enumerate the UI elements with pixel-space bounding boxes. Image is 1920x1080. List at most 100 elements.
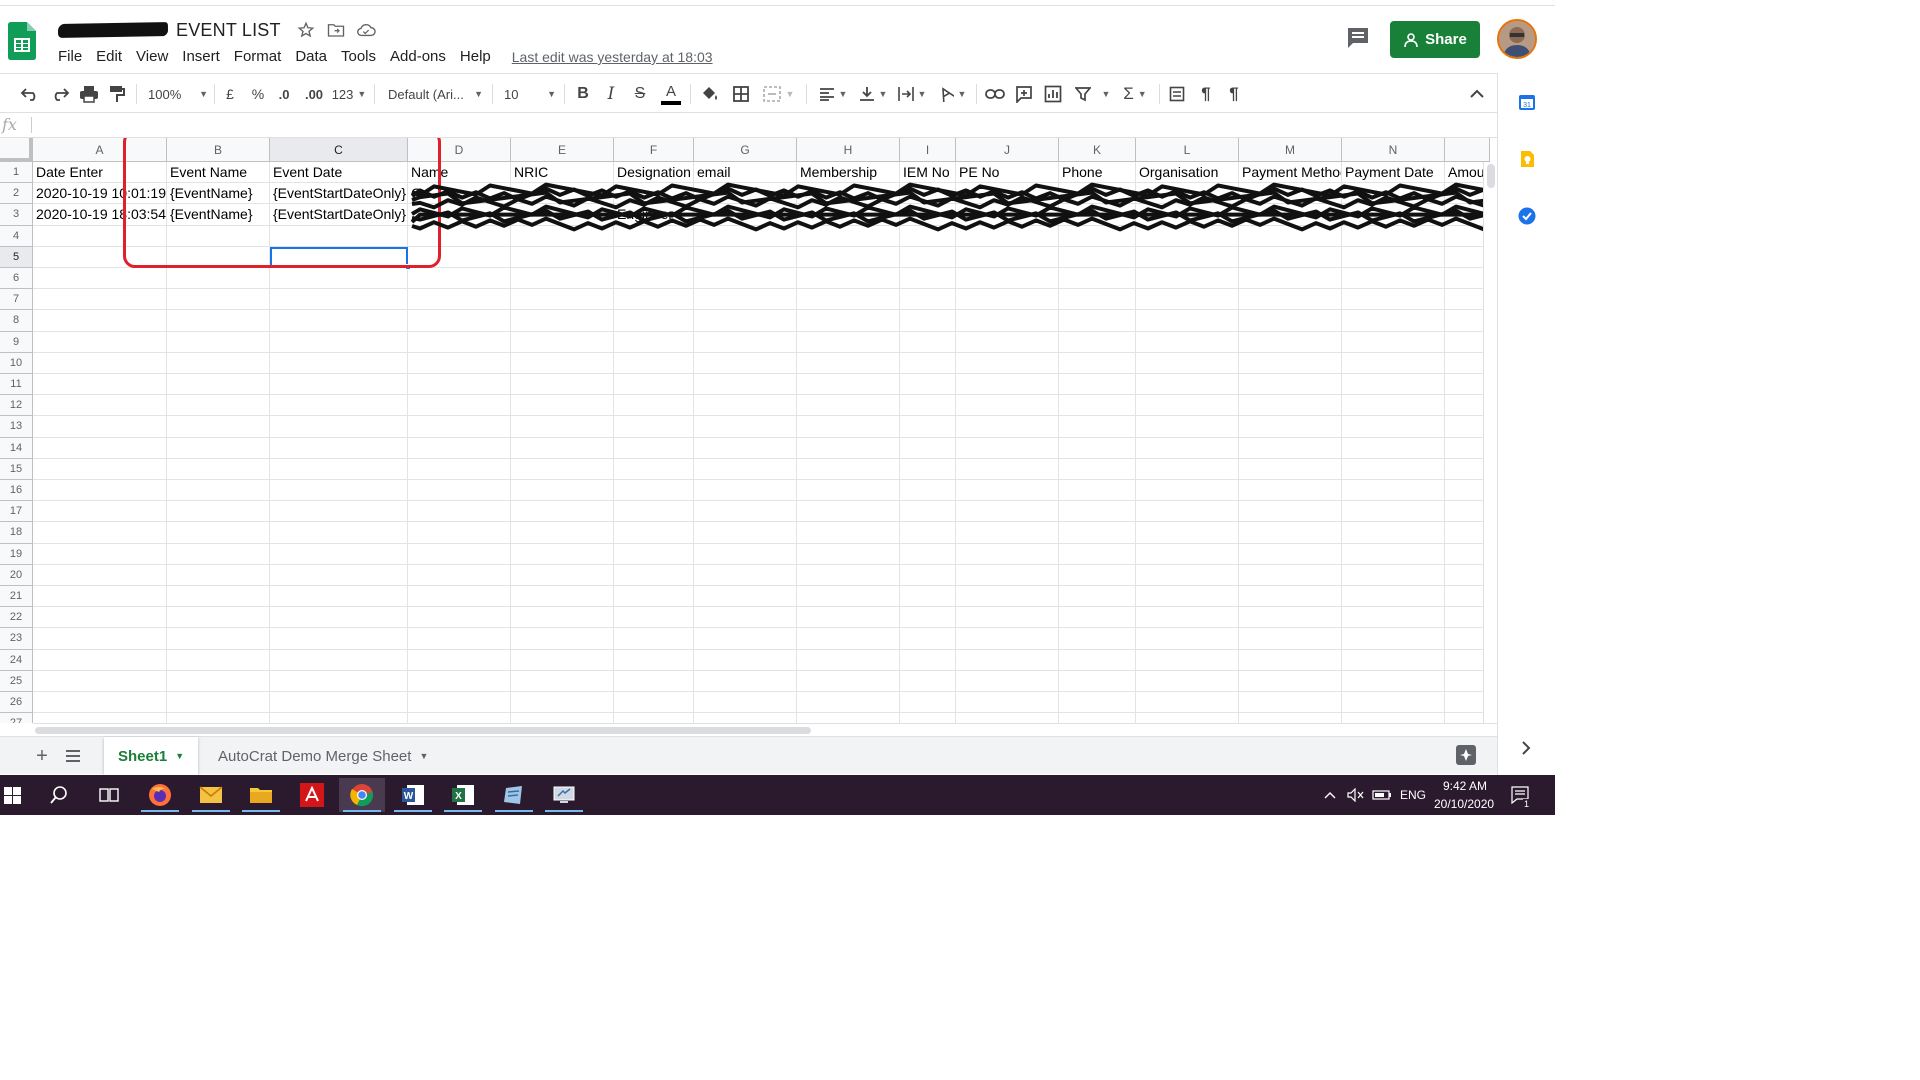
cell-K22[interactable] <box>1059 607 1136 629</box>
cell-I26[interactable] <box>900 692 956 714</box>
cell-G17[interactable] <box>694 501 797 523</box>
row-header-6[interactable]: 6 <box>0 268 33 290</box>
print-icon[interactable] <box>77 82 101 106</box>
cell-D14[interactable] <box>408 437 511 459</box>
cell-B14[interactable] <box>167 437 270 459</box>
cell-G9[interactable] <box>694 331 797 353</box>
cell-E15[interactable] <box>511 458 614 480</box>
vertical-scroll-thumb[interactable] <box>1487 164 1495 188</box>
cell-C18[interactable] <box>270 522 408 544</box>
cell-F21[interactable] <box>614 586 694 608</box>
menu-addons[interactable]: Add-ons <box>383 46 453 68</box>
cell-M17[interactable] <box>1239 501 1342 523</box>
row-header-21[interactable]: 21 <box>0 586 33 608</box>
cell-E11[interactable] <box>511 374 614 396</box>
cell-B18[interactable] <box>167 522 270 544</box>
cell-J8[interactable] <box>956 310 1059 332</box>
cell-A26[interactable] <box>33 692 167 714</box>
cell-B25[interactable] <box>167 670 270 692</box>
cell-N13[interactable] <box>1342 416 1445 438</box>
document-title[interactable]: EVENT LIST <box>176 20 281 41</box>
cell-E24[interactable] <box>511 649 614 671</box>
cell-H23[interactable] <box>797 628 900 650</box>
cell-M10[interactable] <box>1239 352 1342 374</box>
cell-M27[interactable] <box>1239 713 1342 723</box>
cell-J16[interactable] <box>956 480 1059 502</box>
cell-A8[interactable] <box>33 310 167 332</box>
cell-F12[interactable] <box>614 395 694 417</box>
battery-icon[interactable] <box>1370 778 1394 812</box>
cell-H20[interactable] <box>797 564 900 586</box>
cell-J23[interactable] <box>956 628 1059 650</box>
cell-L12[interactable] <box>1136 395 1239 417</box>
insert-comment-icon[interactable] <box>1013 82 1035 106</box>
cell-A18[interactable] <box>33 522 167 544</box>
cell-B9[interactable] <box>167 331 270 353</box>
cell-K20[interactable] <box>1059 564 1136 586</box>
cell-D22[interactable] <box>408 607 511 629</box>
cell-H24[interactable] <box>797 649 900 671</box>
cell-N22[interactable] <box>1342 607 1445 629</box>
cell-C19[interactable] <box>270 543 408 565</box>
cell-M24[interactable] <box>1239 649 1342 671</box>
cell-F23[interactable] <box>614 628 694 650</box>
menu-data[interactable]: Data <box>288 46 334 68</box>
menu-format[interactable]: Format <box>227 46 289 68</box>
cell-H11[interactable] <box>797 374 900 396</box>
cell-K10[interactable] <box>1059 352 1136 374</box>
word-icon[interactable]: W <box>390 778 436 812</box>
cell-H22[interactable] <box>797 607 900 629</box>
decrease-decimal-button[interactable]: .0 <box>274 82 294 106</box>
cell-L16[interactable] <box>1136 480 1239 502</box>
cell-J18[interactable] <box>956 522 1059 544</box>
cell-I18[interactable] <box>900 522 956 544</box>
cell-F24[interactable] <box>614 649 694 671</box>
cell-N17[interactable] <box>1342 501 1445 523</box>
cloud-saved-icon[interactable] <box>355 19 377 41</box>
cell-K16[interactable] <box>1059 480 1136 502</box>
cell-M9[interactable] <box>1239 331 1342 353</box>
cell-J19[interactable] <box>956 543 1059 565</box>
row-header-18[interactable]: 18 <box>0 522 33 544</box>
cell-J27[interactable] <box>956 713 1059 723</box>
cell-C24[interactable] <box>270 649 408 671</box>
cell-B21[interactable] <box>167 586 270 608</box>
cell-D24[interactable] <box>408 649 511 671</box>
cell-I19[interactable] <box>900 543 956 565</box>
acrobat-icon[interactable] <box>289 778 335 812</box>
spreadsheet-grid[interactable]: A B C D E F G H I J K L M N 1 Date Enter Event Name Event… <box>0 138 1497 723</box>
cell-L15[interactable] <box>1136 458 1239 480</box>
cell-B26[interactable] <box>167 692 270 714</box>
cell-L21[interactable] <box>1136 586 1239 608</box>
merge-cells-icon[interactable]: ▼ <box>760 82 796 106</box>
chevron-down-icon[interactable]: ▼ <box>419 751 428 761</box>
cell-F16[interactable] <box>614 480 694 502</box>
cell-K19[interactable] <box>1059 543 1136 565</box>
cell-B12[interactable] <box>167 395 270 417</box>
cell-H10[interactable] <box>797 352 900 374</box>
cell-G22[interactable] <box>694 607 797 629</box>
cell-G27[interactable] <box>694 713 797 723</box>
cell-F7[interactable] <box>614 289 694 311</box>
cell-B27[interactable] <box>167 713 270 723</box>
cell-I10[interactable] <box>900 352 956 374</box>
cell-A12[interactable] <box>33 395 167 417</box>
cell-L7[interactable] <box>1136 289 1239 311</box>
cell-G26[interactable] <box>694 692 797 714</box>
cell-D17[interactable] <box>408 501 511 523</box>
cell-L27[interactable] <box>1136 713 1239 723</box>
cell-N15[interactable] <box>1342 458 1445 480</box>
cell-K6[interactable] <box>1059 268 1136 290</box>
cell-A13[interactable] <box>33 416 167 438</box>
cell-I20[interactable] <box>900 564 956 586</box>
row-header-14[interactable]: 14 <box>0 437 33 459</box>
font-family-select[interactable]: Default (Ari... ▼ <box>388 82 483 106</box>
cell-H16[interactable] <box>797 480 900 502</box>
clock-time[interactable]: 9:42 AM <box>1443 779 1487 793</box>
cell-K13[interactable] <box>1059 416 1136 438</box>
cell-A27[interactable] <box>33 713 167 723</box>
cell-G14[interactable] <box>694 437 797 459</box>
cell-E9[interactable] <box>511 331 614 353</box>
cell-D13[interactable] <box>408 416 511 438</box>
show-hidden-icons-icon[interactable] <box>1320 778 1340 812</box>
